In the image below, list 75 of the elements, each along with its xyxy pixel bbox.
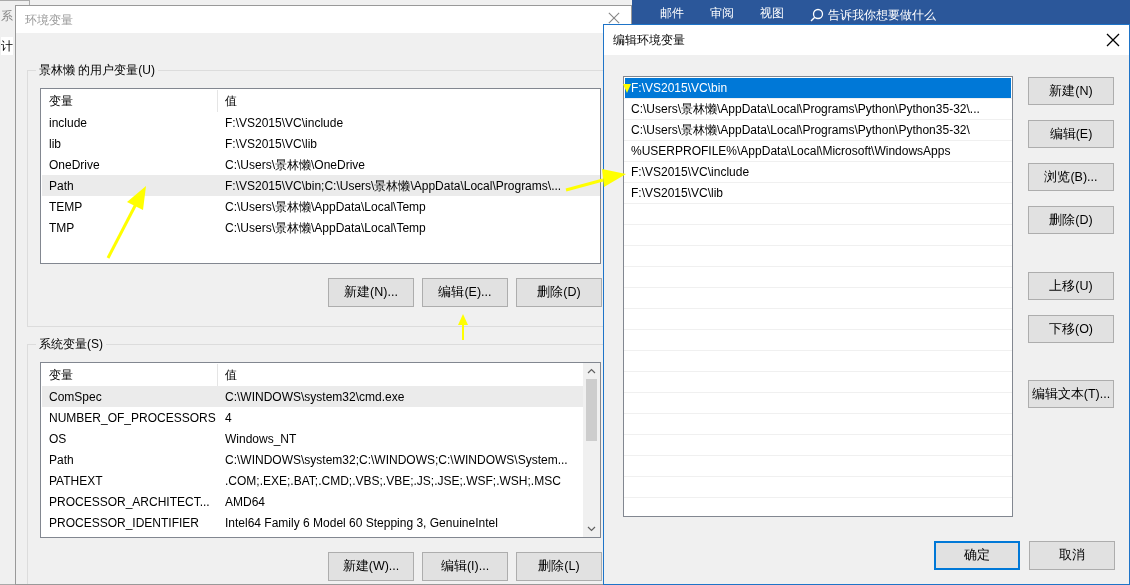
table-cell-text: F:\VS2015\VC\lib xyxy=(224,135,318,153)
table-row[interactable]: lib F:\VS2015\VC\lib xyxy=(42,133,600,154)
table-cell-text: NUMBER_OF_PROCESSORS xyxy=(48,409,217,427)
table-cell-text: Path xyxy=(48,177,75,195)
table-cell-text: OneDrive xyxy=(48,156,101,174)
dialog-button[interactable]: 新建(W)... xyxy=(328,552,414,581)
ribbon-tab[interactable]: 审阅 xyxy=(710,5,734,24)
column-header[interactable]: 变量 xyxy=(42,90,218,112)
table-row[interactable]: Path C:\WINDOWS\system32;C:\WINDOWS;C:\WINDOWS\System... xyxy=(42,449,583,470)
dialog-button[interactable]: 编辑(E) xyxy=(1028,120,1114,148)
table-cell-text: C:\WINDOWS\system32\cmd.exe xyxy=(224,388,405,406)
dialog-button[interactable]: 编辑文本(T)... xyxy=(1028,380,1114,408)
table-cell-text: PROCESSOR_IDENTIFIER xyxy=(48,514,201,532)
dialog-button[interactable]: 浏览(B)... xyxy=(1028,163,1114,191)
table-cell-text: include xyxy=(48,114,89,132)
table-row[interactable]: PATHEXT .COM;.EXE;.BAT;.CMD;.VBS;.VBE;.JS;.JSE;.WSF;.WSH;.MSC xyxy=(42,470,583,491)
table-cell-text: 4 xyxy=(224,409,232,427)
table-cell-text: AMD64 xyxy=(224,493,265,511)
column-header[interactable]: 值 xyxy=(218,366,237,384)
table-cell-text: Path xyxy=(48,451,75,469)
list-item[interactable]: F:\VS2015\VC\bin xyxy=(625,78,1011,99)
annotation-arrow xyxy=(623,84,631,93)
dialog-button[interactable]: 编辑(I)... xyxy=(422,552,508,581)
table-cell-text: .COM;.EXE;.BAT;.CMD;.VBS;.VBE;.JS;.JSE;.WSF;.WSH;.MSC xyxy=(224,472,561,490)
dialog-button[interactable]: 删除(L) xyxy=(516,552,602,581)
dialog-button[interactable]: 删除(D) xyxy=(1028,206,1114,234)
table-row[interactable]: TMP C:\Users\景林懒\AppData\Local\Temp xyxy=(42,217,600,238)
table-cell-text: PROCESSOR_ARCHITECT... xyxy=(48,493,211,511)
scrollbar[interactable] xyxy=(583,363,600,537)
table-row[interactable]: PROCESSOR_IDENTIFIER Intel64 Family 6 Model 60 Stepping 3, GenuineIntel xyxy=(42,512,583,533)
table-cell-text: Windows_NT xyxy=(224,430,297,448)
window-title: 系 xyxy=(0,8,14,25)
dialog-button[interactable]: 下移(O) xyxy=(1028,315,1114,343)
table-cell-text: Intel64 Family 6 Model 60 Stepping 3, GenuineIntel xyxy=(224,514,498,532)
column-header[interactable]: 值 xyxy=(218,92,237,110)
table-cell-text: F:\VS2015\VC\bin;C:\Users\景林懒\AppData\Local\Programs\... xyxy=(224,177,562,195)
table-cell-text: ComSpec xyxy=(48,388,103,406)
search-hint[interactable]: 告诉我你想要做什么 xyxy=(828,6,936,23)
dialog-button[interactable]: 上移(U) xyxy=(1028,272,1114,300)
dialog-button[interactable]: 取消 xyxy=(1029,541,1115,570)
tab[interactable]: 计 xyxy=(1,37,13,55)
table-row[interactable]: Path F:\VS2015\VC\bin;C:\Users\景林懒\AppData\Local\Programs\... xyxy=(42,175,600,196)
dialog-button[interactable]: 删除(D) xyxy=(516,278,602,307)
table-cell-text: C:\Users\景林懒\AppData\Local\Temp xyxy=(224,219,426,237)
dialog-button[interactable]: 编辑(E)... xyxy=(422,278,508,307)
table-row[interactable]: OneDrive C:\Users\景林懒\OneDrive xyxy=(42,154,600,175)
table-cell-text: C:\WINDOWS\system32;C:\WINDOWS;C:\WINDOWS\System... xyxy=(224,451,568,469)
table-row[interactable]: NUMBER_OF_PROCESSORS 4 xyxy=(42,407,583,428)
table-row[interactable]: include F:\VS2015\VC\include xyxy=(42,112,600,133)
table-cell-text: F:\VS2015\VC\include xyxy=(224,114,344,132)
table-row[interactable]: PROCESSOR_ARCHITECT... AMD64 xyxy=(42,491,583,512)
dialog-button[interactable]: 新建(N) xyxy=(1028,77,1114,105)
scrollbar-thumb[interactable] xyxy=(586,379,597,441)
annotation-arrow xyxy=(458,314,468,341)
table-cell-text: PATHEXT xyxy=(48,472,104,490)
table-cell-text: TMP xyxy=(48,219,76,237)
table-cell-text: C:\Users\景林懒\AppData\Local\Temp xyxy=(224,198,426,216)
annotation-arrow xyxy=(565,169,626,192)
window-title: 编辑环境变量 xyxy=(613,32,685,49)
table-row[interactable]: TEMP C:\Users\景林懒\AppData\Local\Temp xyxy=(42,196,600,217)
table-cell-text: C:\Users\景林懒\OneDrive xyxy=(224,156,366,174)
dialog-button[interactable]: 确定 xyxy=(934,541,1020,570)
ribbon-tab[interactable]: 视图 xyxy=(760,5,784,24)
window-title: 环境变量 xyxy=(25,11,73,29)
ribbon-tab[interactable]: 邮件 xyxy=(660,5,684,24)
table-cell-text: lib xyxy=(48,135,62,153)
table-row[interactable]: OS Windows_NT xyxy=(42,428,583,449)
group-label: 景林懒 的用户变量(U) xyxy=(36,63,158,77)
dialog-button[interactable]: 新建(N)... xyxy=(328,278,414,307)
group-label: 系统变量(S) xyxy=(36,337,106,351)
table-cell-text: TEMP xyxy=(48,198,84,216)
close-icon[interactable] xyxy=(1106,33,1120,47)
table-row[interactable]: ComSpec C:\WINDOWS\system32\cmd.exe xyxy=(42,386,583,407)
table-cell-text: OS xyxy=(48,430,68,448)
search-icon[interactable] xyxy=(810,7,824,22)
